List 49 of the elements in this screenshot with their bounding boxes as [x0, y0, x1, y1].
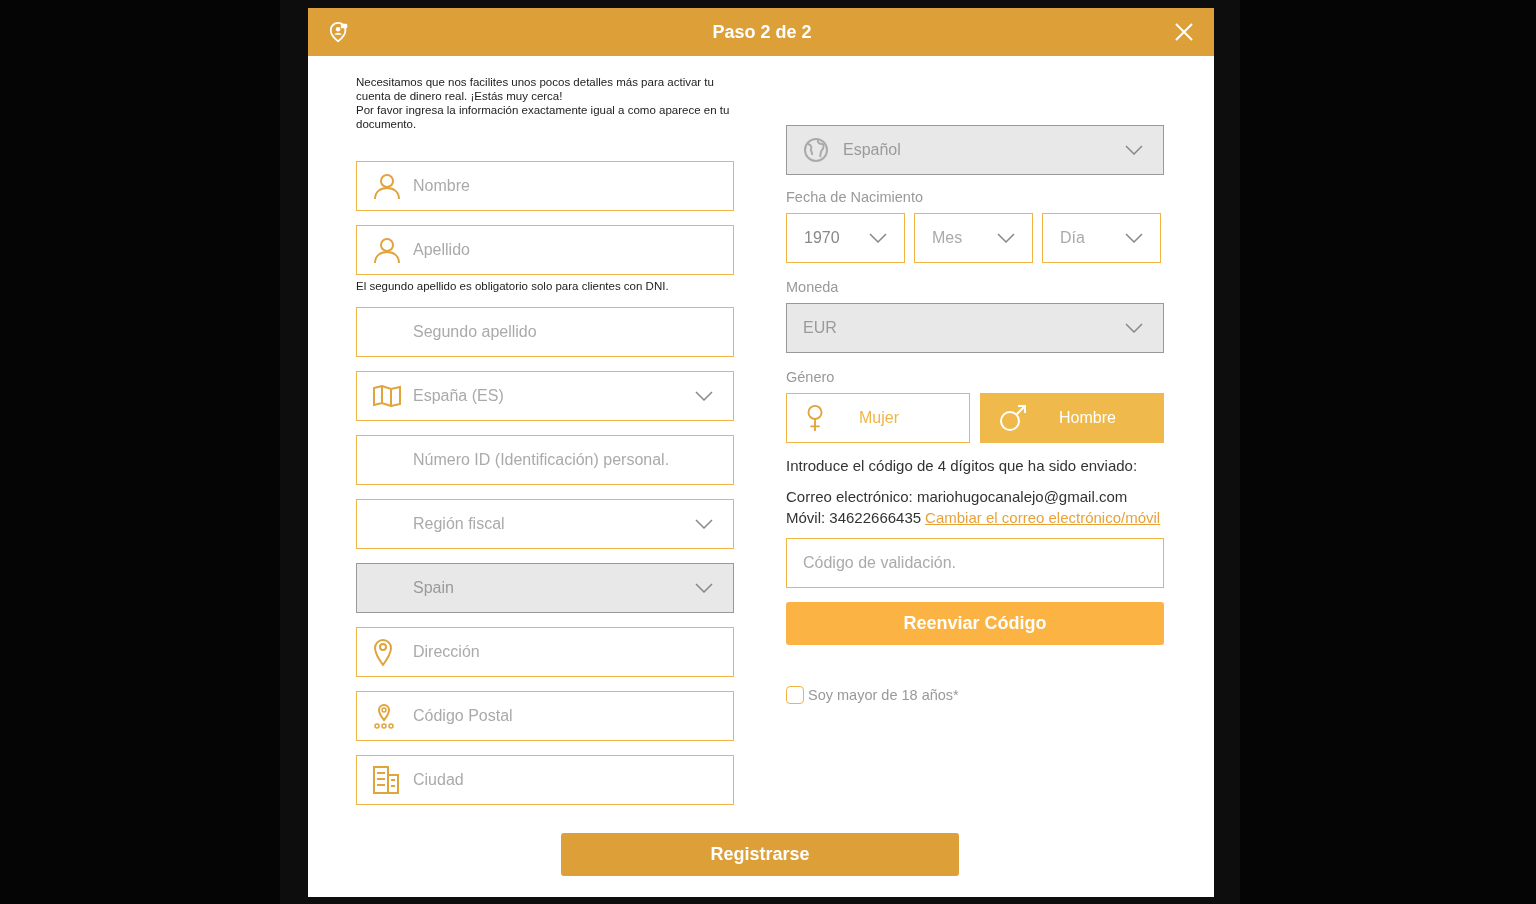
input-field[interactable]: Nombre — [356, 161, 734, 211]
dialog-title: Paso 2 de 2 — [711, 21, 813, 43]
instruction-text: Introduce el código de 4 dígitos que ha sido enviado: — [786, 457, 1139, 474]
chevron-down-icon — [695, 519, 713, 529]
chevron-down-icon — [1125, 233, 1143, 243]
chevron-down-icon — [1125, 323, 1143, 333]
field-label: Moneda — [786, 279, 840, 295]
map-icon — [373, 385, 401, 407]
input-field[interactable]: Número ID (Identificación) personal. — [356, 435, 734, 485]
intro-text: Necesitamos que nos facilites unos pocos detalles más para activar tu cuenta de dinero real. ¡Estás muy cerca! — [356, 75, 715, 103]
date-select[interactable]: 1970 — [786, 213, 905, 263]
male-icon — [999, 404, 1027, 432]
chevron-down-icon — [869, 233, 887, 243]
input-field[interactable]: Ciudad — [356, 755, 734, 805]
field-note: El segundo apellido es obligatorio solo para clientes con DNI. — [356, 280, 670, 292]
input-field[interactable]: Segundo apellido — [356, 307, 734, 357]
validation-code-field[interactable]: Código de validación. — [786, 538, 1164, 588]
person-icon — [373, 172, 401, 200]
date-select[interactable]: Día — [1042, 213, 1161, 263]
select-field[interactable]: Región fiscal — [356, 499, 734, 549]
input-field[interactable]: Código Postal — [356, 691, 734, 741]
age-checkbox[interactable] — [786, 686, 804, 704]
globe-icon — [803, 137, 829, 163]
chevron-down-icon — [997, 233, 1015, 243]
resend-code-button[interactable]: Reenviar Código — [786, 602, 1164, 645]
chevron-down-icon — [1125, 145, 1143, 155]
select-field[interactable]: España (ES) — [356, 371, 734, 421]
field-label: Género — [786, 369, 836, 385]
input-field[interactable]: Apellido — [356, 225, 734, 275]
change-contact-link[interactable]: Cambiar el correo electrónico/móvil — [925, 509, 1161, 526]
age-checkbox-label: Soy mayor de 18 años* — [808, 687, 959, 703]
email-text: Correo electrónico: mariohugocanalejo@gmail.com — [786, 488, 1129, 505]
person-icon — [373, 236, 401, 264]
field-label: Fecha de Nacimiento — [786, 189, 924, 205]
gender-button[interactable]: Mujer — [786, 393, 970, 443]
chevron-down-icon — [695, 583, 713, 593]
input-field[interactable]: Dirección — [356, 627, 734, 677]
gender-button[interactable]: Hombre — [980, 393, 1164, 443]
mobile-text: Móvil: 34622666435 — [786, 509, 922, 526]
intro-text: Por favor ingresa la información exactamente igual a como aparece en tu documento. — [356, 103, 731, 131]
close-button[interactable] — [1174, 22, 1194, 42]
building-icon — [373, 766, 399, 794]
chevron-down-icon — [695, 391, 713, 401]
location-pin-icon — [373, 638, 393, 666]
postal-code-icon — [373, 703, 395, 729]
location-person-icon — [328, 21, 350, 43]
female-icon — [805, 404, 825, 432]
date-select[interactable]: Mes — [914, 213, 1033, 263]
register-button[interactable]: Registrarse — [561, 833, 959, 876]
